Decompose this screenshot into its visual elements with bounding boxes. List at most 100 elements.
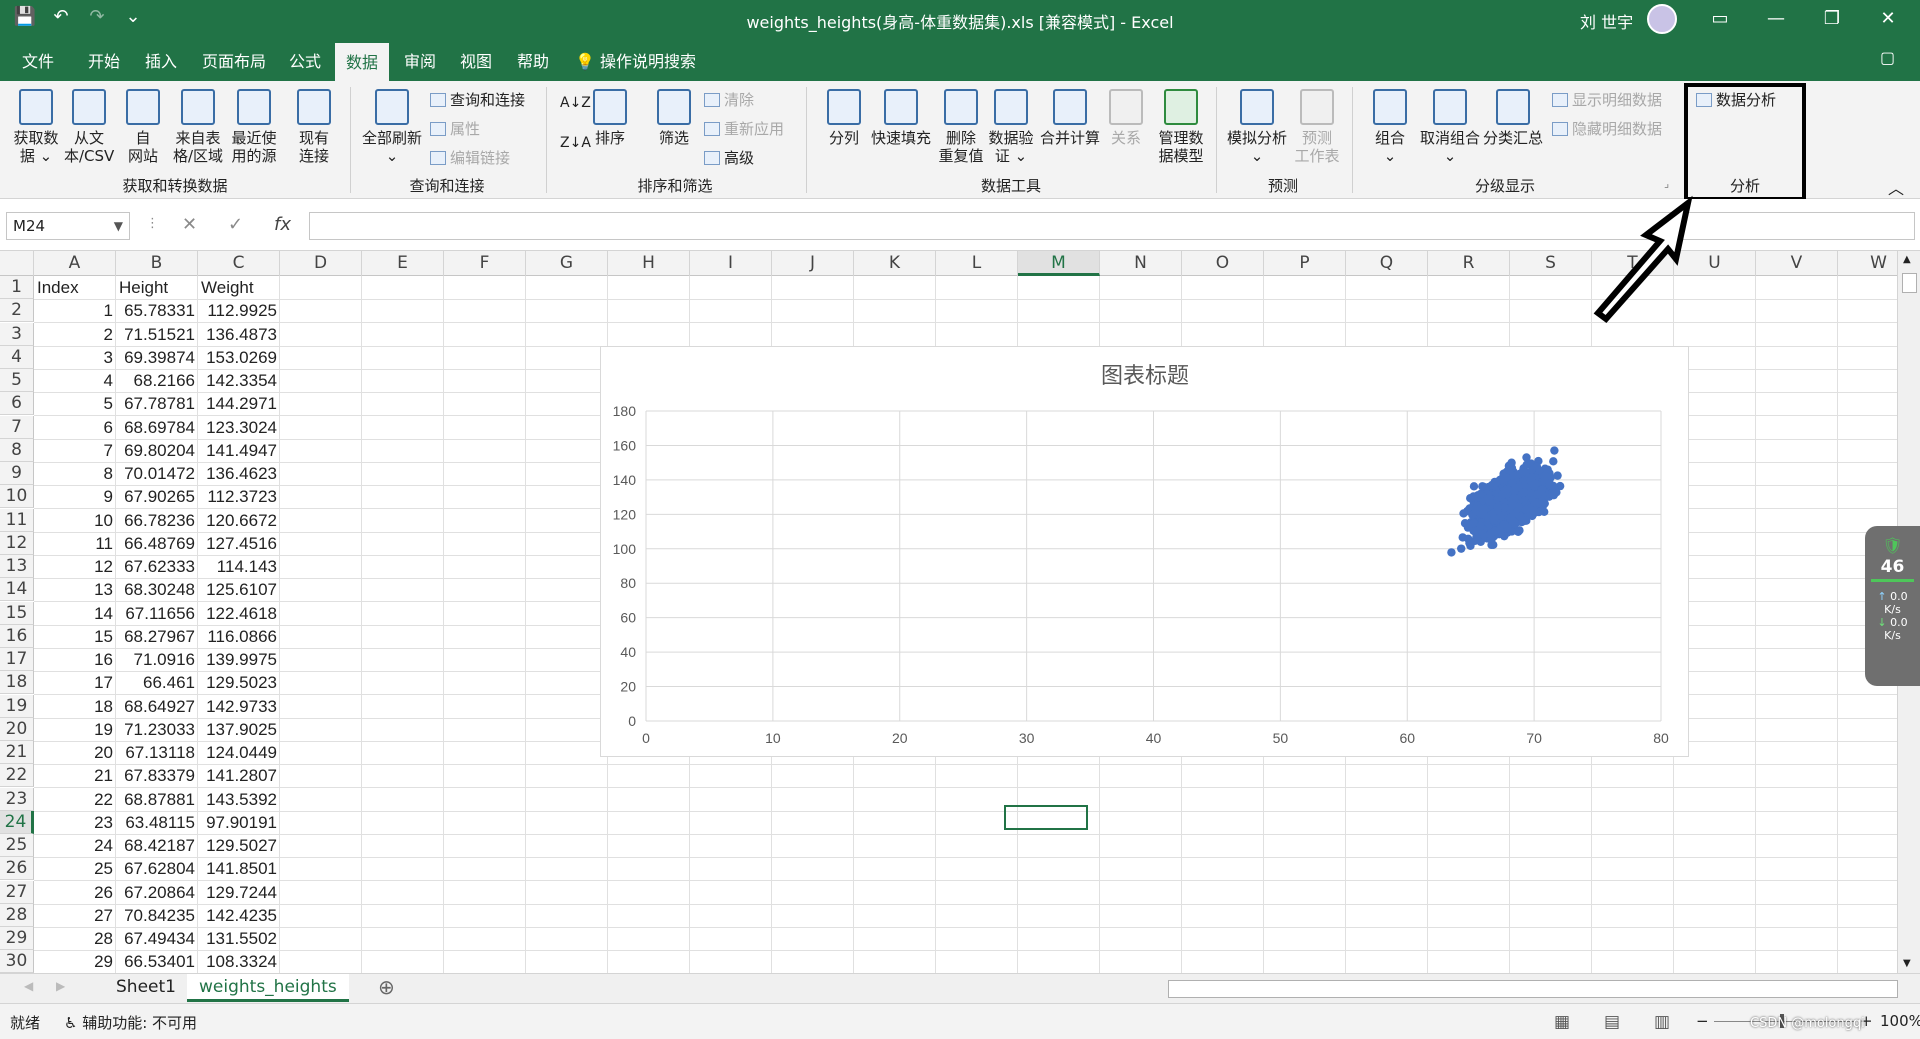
column-header-N[interactable]: N [1100, 251, 1182, 276]
add-sheet-icon[interactable]: ⊕ [378, 975, 395, 999]
user-name[interactable]: 刘 世宇 [1580, 9, 1633, 33]
column-header-E[interactable]: E [362, 251, 444, 276]
column-header-F[interactable]: F [444, 251, 526, 276]
data-cell[interactable]: 23 [37, 811, 113, 834]
next-sheet-icon[interactable]: ▶ [56, 979, 65, 993]
column-header-I[interactable]: I [690, 251, 772, 276]
data-cell[interactable]: 71.23033 [119, 718, 195, 741]
row-header-12[interactable]: 12 [0, 532, 34, 555]
minimize-button[interactable]: — [1756, 4, 1796, 34]
data-cell[interactable]: 14 [37, 602, 113, 625]
data-cell[interactable]: 66.461 [119, 671, 195, 694]
data-cell[interactable]: 114.143 [201, 555, 277, 578]
data-cell[interactable]: 25 [37, 857, 113, 880]
normal-view-icon[interactable]: ▦ [1554, 1012, 1570, 1032]
data-cell[interactable]: 143.5392 [201, 788, 277, 811]
column-header-K[interactable]: K [854, 251, 936, 276]
data-cell[interactable]: 63.48115 [119, 811, 195, 834]
row-header-4[interactable]: 4 [0, 346, 34, 369]
data-cell[interactable]: 116.0866 [201, 625, 277, 648]
data-cell[interactable]: 70.01472 [119, 462, 195, 485]
scroll-thumb[interactable] [1902, 273, 1917, 293]
data-cell[interactable]: 1 [37, 299, 113, 322]
data-cell[interactable]: 5 [37, 392, 113, 415]
data-cell[interactable]: 15 [37, 625, 113, 648]
reapply-button[interactable]: 重新应用 [704, 118, 784, 139]
data-cell[interactable]: 17 [37, 671, 113, 694]
sheet-tab-sheet1[interactable]: Sheet1 [104, 974, 188, 1002]
accessibility-status[interactable]: ♿ 辅助功能: 不可用 [64, 1012, 197, 1033]
sort-button[interactable]: 排序 [590, 89, 630, 147]
data-cell[interactable]: 67.90265 [119, 485, 195, 508]
data-cell[interactable]: 65.78331 [119, 299, 195, 322]
data-cell[interactable]: 120.6672 [201, 509, 277, 532]
column-header-V[interactable]: V [1756, 251, 1838, 276]
data-cell[interactable]: 68.87881 [119, 788, 195, 811]
data-cell[interactable]: 67.13118 [119, 741, 195, 764]
row-header-26[interactable]: 26 [0, 857, 34, 880]
data-cell[interactable]: 153.0269 [201, 346, 277, 369]
data-cell[interactable]: 112.9925 [201, 299, 277, 322]
data-cell[interactable]: 71.51521 [119, 323, 195, 346]
data-cell[interactable]: 108.3324 [201, 950, 277, 973]
data-cell[interactable]: 16 [37, 648, 113, 671]
data-cell[interactable]: 129.5027 [201, 834, 277, 857]
row-header-13[interactable]: 13 [0, 555, 34, 578]
data-cell[interactable]: 68.30248 [119, 578, 195, 601]
scroll-down-icon[interactable]: ▼ [1903, 958, 1911, 969]
filter-button[interactable]: 筛选 [652, 89, 696, 147]
row-header-5[interactable]: 5 [0, 369, 34, 392]
data-cell[interactable]: 21 [37, 764, 113, 787]
name-box[interactable]: M24 ▼ [6, 212, 130, 240]
data-cell[interactable]: 67.62333 [119, 555, 195, 578]
data-cell[interactable]: 97.90191 [201, 811, 277, 834]
tab-insert[interactable]: 插入 [145, 48, 177, 72]
manage-data-model-button[interactable]: 管理数 据模型 [1154, 89, 1208, 165]
prev-sheet-icon[interactable]: ◀ [24, 979, 33, 993]
scroll-up-icon[interactable]: ▲ [1903, 254, 1911, 265]
select-all-corner[interactable] [0, 251, 34, 276]
properties-button[interactable]: 属性 [430, 118, 480, 139]
data-cell[interactable]: 24 [37, 834, 113, 857]
tab-view[interactable]: 视图 [460, 48, 492, 72]
data-cell[interactable]: 141.8501 [201, 857, 277, 880]
column-header-A[interactable]: A [34, 251, 116, 276]
selected-cell[interactable] [1004, 805, 1088, 830]
from-csv-button[interactable]: 从文 本/CSV [64, 89, 114, 165]
hide-detail-button[interactable]: 隐藏明细数据 [1552, 118, 1662, 139]
column-header-D[interactable]: D [280, 251, 362, 276]
row-header-29[interactable]: 29 [0, 927, 34, 950]
queries-connections-button[interactable]: 查询和连接 [430, 89, 525, 110]
data-cell[interactable]: 136.4873 [201, 323, 277, 346]
header-cell[interactable]: Index [37, 276, 113, 299]
close-button[interactable]: ✕ [1868, 4, 1908, 34]
data-cell[interactable]: 142.4235 [201, 904, 277, 927]
recent-sources-button[interactable]: 最近使 用的源 [226, 89, 282, 165]
avatar[interactable] [1647, 4, 1677, 34]
data-cell[interactable]: 125.6107 [201, 578, 277, 601]
data-cell[interactable]: 26 [37, 881, 113, 904]
data-cell[interactable]: 4 [37, 369, 113, 392]
row-header-8[interactable]: 8 [0, 439, 34, 462]
data-cell[interactable]: 18 [37, 695, 113, 718]
chevron-down-icon[interactable]: ▼ [114, 213, 123, 239]
row-header-20[interactable]: 20 [0, 718, 34, 741]
from-web-button[interactable]: 自 网站 [118, 89, 168, 165]
column-header-S[interactable]: S [1510, 251, 1592, 276]
row-header-19[interactable]: 19 [0, 695, 34, 718]
sort-asc-icon[interactable]: A↓Z [560, 95, 591, 111]
data-cell[interactable]: 12 [37, 555, 113, 578]
column-header-W[interactable]: W [1838, 251, 1905, 276]
data-cell[interactable]: 66.48769 [119, 532, 195, 555]
column-header-H[interactable]: H [608, 251, 690, 276]
sort-desc-icon[interactable]: Z↓A [560, 135, 591, 151]
data-cell[interactable]: 123.3024 [201, 416, 277, 439]
row-header-1[interactable]: 1 [0, 276, 34, 299]
row-header-6[interactable]: 6 [0, 392, 34, 415]
column-header-J[interactable]: J [772, 251, 854, 276]
tab-file[interactable]: 文件 [22, 48, 54, 72]
data-cell[interactable]: 124.0449 [201, 741, 277, 764]
data-cell[interactable]: 67.49434 [119, 927, 195, 950]
cancel-icon[interactable]: ✕ [182, 214, 197, 235]
refresh-all-button[interactable]: 全部刷新 ⌄ [358, 89, 426, 165]
